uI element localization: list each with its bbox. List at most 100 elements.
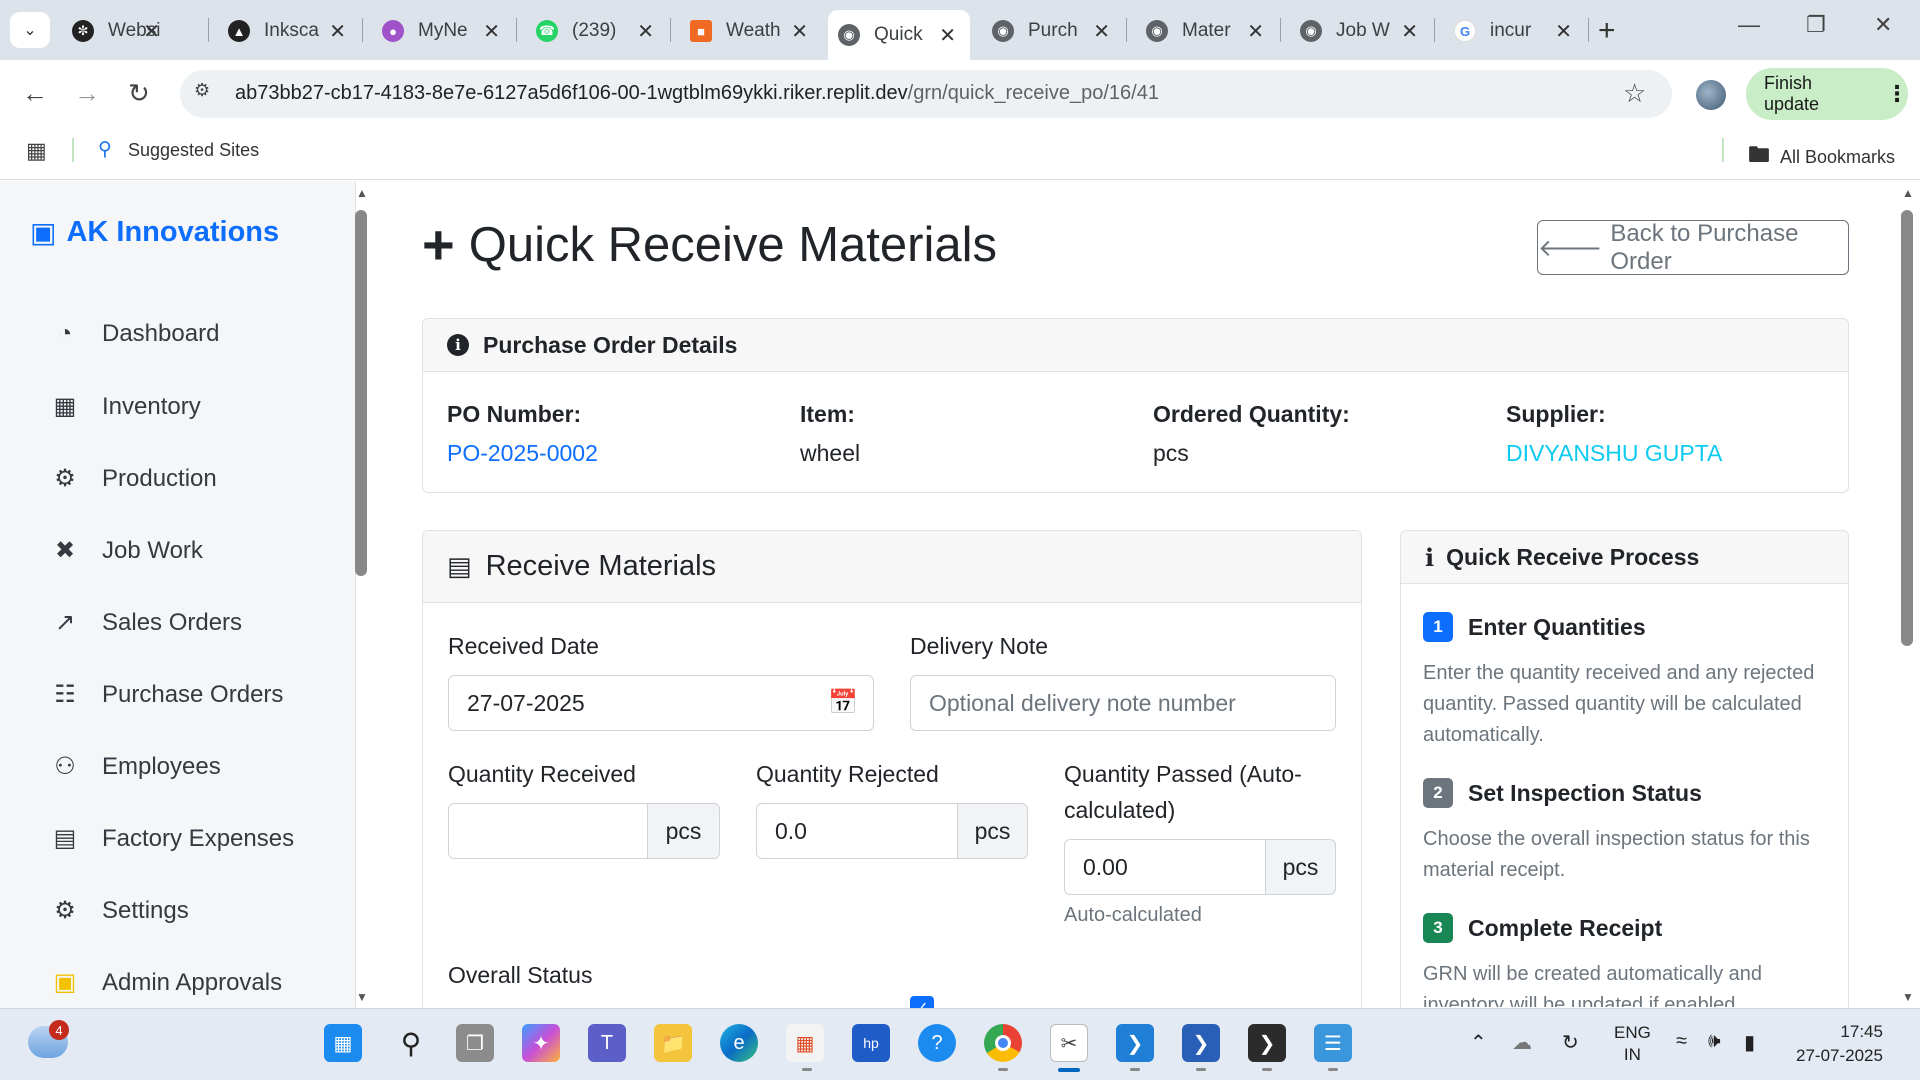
site-info-icon[interactable]: ⚙ bbox=[194, 80, 220, 106]
tab-separator bbox=[1434, 18, 1435, 42]
sidebar-item-inventory[interactable]: ▦ Inventory bbox=[50, 392, 201, 421]
reload-icon[interactable]: ↻ bbox=[128, 78, 150, 109]
file-explorer-icon[interactable]: 📁 bbox=[654, 1024, 692, 1062]
tab-search-button[interactable]: ⌄ bbox=[10, 12, 50, 48]
browser-tab[interactable]: ◉ Mater ✕ bbox=[1136, 10, 1278, 52]
notepad-icon[interactable]: ☰ bbox=[1314, 1024, 1352, 1062]
language-indicator[interactable]: ENG IN bbox=[1614, 1022, 1651, 1066]
close-icon[interactable]: ✕ bbox=[1093, 19, 1110, 44]
delivery-note-input[interactable]: Optional delivery note number bbox=[910, 675, 1336, 731]
supplier-link[interactable]: DIVYANSHU GUPTA bbox=[1506, 440, 1722, 467]
minimize-button[interactable]: — bbox=[1738, 12, 1760, 38]
back-arrow-icon[interactable]: ← bbox=[22, 78, 48, 109]
microsoft-store-icon[interactable]: ▦ bbox=[786, 1024, 824, 1062]
myhp-icon[interactable]: hp bbox=[852, 1024, 890, 1062]
show-hidden-icons-chevron-icon[interactable]: ⌃ bbox=[1470, 1030, 1487, 1055]
back-button-label: Back to Purchase Order bbox=[1610, 219, 1799, 275]
scroll-down-arrow[interactable]: ▼ bbox=[356, 990, 368, 1004]
help-icon[interactable]: ? bbox=[918, 1024, 956, 1062]
suggested-sites-link[interactable]: Suggested Sites bbox=[128, 140, 259, 161]
item-label: Item: bbox=[800, 401, 855, 427]
browser-tab[interactable]: ✼ Websi ✕ bbox=[62, 10, 174, 52]
tab-label: Weath bbox=[726, 20, 781, 41]
globe-icon: ◉ bbox=[992, 20, 1014, 42]
task-view-icon[interactable]: ❐ bbox=[456, 1024, 494, 1062]
sidebar-item-dashboard[interactable]: ◔ Dashboard bbox=[50, 320, 220, 348]
page-scroll-up-arrow[interactable]: ▲ bbox=[1902, 186, 1914, 200]
apps-grid-icon[interactable]: ▦ bbox=[26, 138, 47, 164]
all-bookmarks-button[interactable]: 🖿 All Bookmarks bbox=[1748, 138, 1895, 176]
close-icon[interactable]: ✕ bbox=[1247, 19, 1264, 44]
sidebar-item-factory-expenses[interactable]: ▤ Factory Expenses bbox=[50, 824, 294, 853]
receipt-icon: ▤ bbox=[53, 825, 77, 852]
onedrive-cloud-icon[interactable]: ☁ bbox=[1512, 1030, 1532, 1055]
volume-icon[interactable]: 🕪 bbox=[1708, 1030, 1721, 1053]
page-scroll-down-arrow[interactable]: ▼ bbox=[1902, 990, 1914, 1004]
bookmark-star-icon[interactable]: ☆ bbox=[1623, 78, 1646, 109]
sync-icon[interactable]: ↻ bbox=[1562, 1030, 1579, 1055]
browser-tab[interactable]: ▲ Inksca ✕ bbox=[218, 10, 360, 52]
terminal-icon[interactable]: ❯ bbox=[1248, 1024, 1286, 1062]
restore-button[interactable]: ❐ bbox=[1806, 12, 1826, 38]
scroll-up-arrow[interactable]: ▲ bbox=[356, 186, 368, 200]
profile-avatar[interactable] bbox=[1696, 80, 1726, 110]
close-icon[interactable]: ✕ bbox=[329, 19, 346, 44]
browser-tab[interactable]: G incur ✕ bbox=[1444, 10, 1586, 52]
info-icon: i bbox=[1425, 542, 1435, 572]
browser-tab[interactable]: ◉ Purch ✕ bbox=[982, 10, 1124, 52]
powershell-icon[interactable]: ❯ bbox=[1182, 1024, 1220, 1062]
teams-icon[interactable]: T bbox=[588, 1024, 626, 1062]
sidebar-item-purchase-orders[interactable]: ☷ Purchase Orders bbox=[50, 680, 283, 709]
sidebar-item-job-work[interactable]: ✖ Job Work bbox=[50, 536, 203, 565]
quantity-rejected-input[interactable]: 0.0 bbox=[756, 803, 958, 859]
receipt-icon: ▤ bbox=[447, 551, 472, 581]
region-code: IN bbox=[1623, 1045, 1641, 1064]
search-icon[interactable]: ⚲ bbox=[392, 1024, 430, 1062]
windows-start-icon[interactable]: ▦ bbox=[324, 1024, 362, 1062]
browser-tab[interactable]: ☎ (239) ✕ bbox=[526, 10, 668, 52]
close-icon[interactable]: ✕ bbox=[637, 19, 654, 44]
close-icon[interactable]: ✕ bbox=[483, 19, 500, 44]
page-scrollbar[interactable] bbox=[1901, 210, 1913, 646]
ordered-quantity-label: Ordered Quantity: bbox=[1153, 401, 1350, 427]
whatsapp-icon: ☎ bbox=[536, 20, 558, 42]
tab-separator bbox=[516, 18, 517, 42]
window-close-button[interactable]: ✕ bbox=[1874, 12, 1892, 38]
battery-icon[interactable]: ▮ bbox=[1744, 1030, 1755, 1055]
forward-arrow-icon[interactable]: → bbox=[74, 78, 100, 109]
back-to-purchase-order-button[interactable]: 🡐 Back to Purchase Order bbox=[1537, 220, 1849, 275]
browser-tab[interactable]: ■ Weath ✕ bbox=[680, 10, 822, 52]
close-icon[interactable]: ✕ bbox=[143, 19, 160, 44]
sidebar-item-admin-approvals[interactable]: ▣ Admin Approvals bbox=[50, 968, 282, 997]
copilot-icon[interactable]: ✦ bbox=[522, 1024, 560, 1062]
calendar-icon[interactable]: 📅 bbox=[828, 688, 858, 717]
close-icon[interactable]: ✕ bbox=[1555, 19, 1572, 44]
tab-separator bbox=[1588, 18, 1589, 42]
brand-link[interactable]: ▣ AK Innovations bbox=[30, 216, 279, 249]
snipping-tool-icon[interactable]: ✂ bbox=[1050, 1024, 1088, 1062]
system-clock[interactable]: 17:45 27-07-2025 bbox=[1796, 1020, 1883, 1068]
close-icon[interactable]: ✕ bbox=[939, 23, 956, 48]
vscode-icon[interactable]: ❯ bbox=[1116, 1024, 1154, 1062]
close-icon[interactable]: ✕ bbox=[791, 19, 808, 44]
quantity-received-input[interactable] bbox=[448, 803, 648, 859]
edge-icon[interactable]: e bbox=[720, 1024, 758, 1062]
new-tab-button[interactable]: + bbox=[1598, 14, 1616, 48]
url-text[interactable]: ab73bb27-cb17-4183-8e7e-6127a5d6f106-00-… bbox=[235, 82, 1159, 105]
wifi-icon[interactable]: ≈ bbox=[1676, 1030, 1687, 1053]
browser-tab-active[interactable]: ◉ Quick ✕ bbox=[828, 10, 970, 60]
finish-update-button[interactable]: Finish update ⋮ bbox=[1746, 68, 1908, 120]
po-number-link[interactable]: PO-2025-0002 bbox=[447, 440, 598, 467]
browser-tab[interactable]: ◉ Job W ✕ bbox=[1290, 10, 1432, 52]
chrome-icon[interactable] bbox=[984, 1024, 1022, 1062]
sidebar-item-settings[interactable]: ⚙ Settings bbox=[50, 896, 188, 925]
sidebar-scrollbar[interactable] bbox=[355, 210, 367, 576]
received-date-input[interactable]: 27-07-2025 bbox=[448, 675, 874, 731]
sidebar-item-employees[interactable]: ⚇ Employees bbox=[50, 752, 221, 781]
close-icon[interactable]: ✕ bbox=[1401, 19, 1418, 44]
browser-tab[interactable]: ● MyNe ✕ bbox=[372, 10, 514, 52]
sidebar-item-label: Dashboard bbox=[102, 320, 220, 347]
sidebar-item-sales-orders[interactable]: ↗ Sales Orders bbox=[50, 608, 242, 637]
sidebar-item-production[interactable]: ⚙ Production bbox=[50, 464, 217, 493]
boxes-icon: ▦ bbox=[53, 393, 77, 420]
